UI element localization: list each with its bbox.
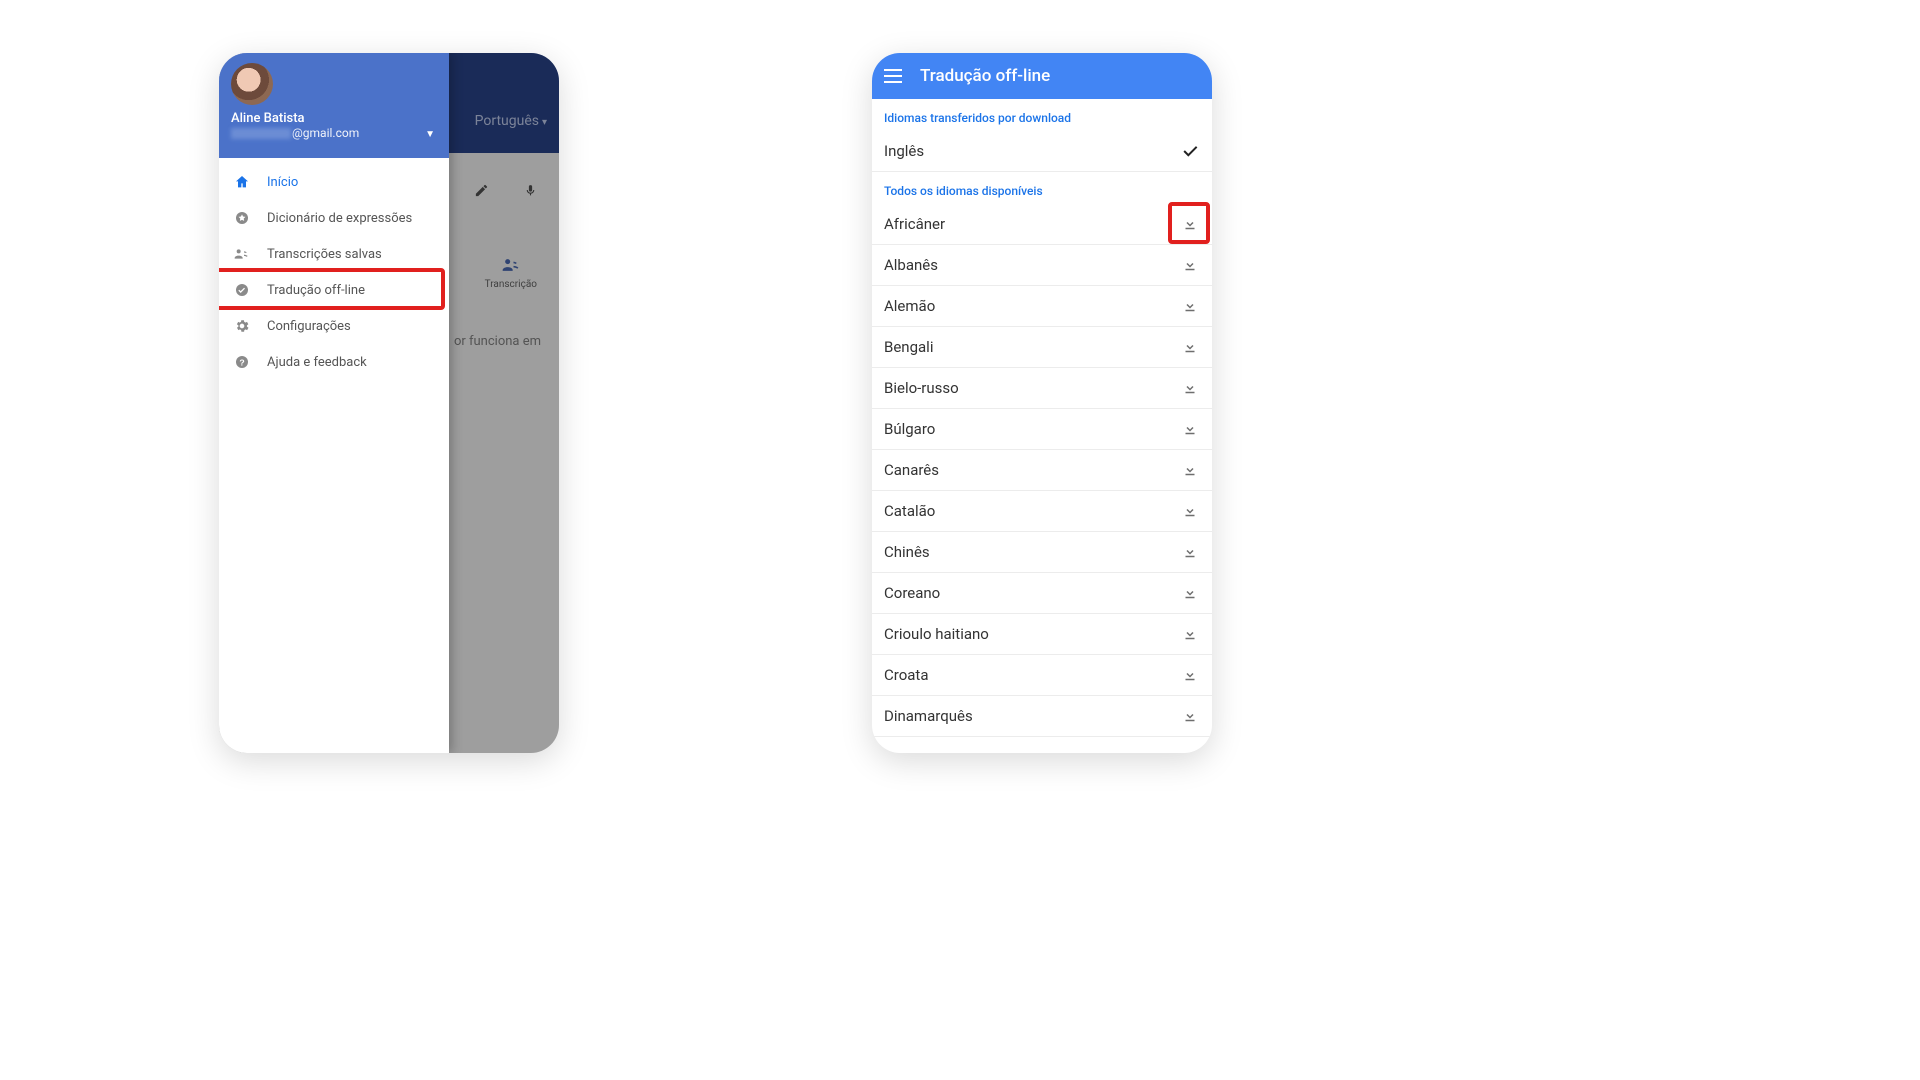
drawer-item-home[interactable]: Início [219, 164, 449, 200]
menu-icon[interactable] [884, 69, 902, 83]
language-label: Búlgaro [884, 420, 935, 438]
download-icon[interactable] [1180, 706, 1200, 726]
drawer-item-label: Tradução off-line [267, 283, 365, 298]
language-row[interactable]: Bengali [872, 327, 1212, 368]
drawer-item-star[interactable]: Dicionário de expressões [219, 200, 449, 236]
language-label: Chinês [884, 543, 930, 561]
language-row[interactable]: Alemão [872, 286, 1212, 327]
language-row[interactable]: Búlgaro [872, 409, 1212, 450]
language-label: Catalão [884, 502, 935, 520]
download-icon[interactable] [1180, 419, 1200, 439]
phone-left: Português Transcrição or funciona em Ali… [219, 53, 559, 753]
language-label: Inglês [884, 142, 924, 160]
drawer-item-label: Dicionário de expressões [267, 211, 412, 226]
drawer-header: Aline Batista @gmail.com ▼ [219, 53, 449, 158]
language-label: Coreano [884, 584, 940, 602]
language-label: Bielo-russo [884, 379, 959, 397]
user-email: @gmail.com [231, 126, 437, 140]
user-name: Aline Batista [231, 111, 437, 126]
drawer-item-label: Início [267, 175, 298, 190]
avatar[interactable] [231, 63, 273, 105]
language-row[interactable]: Bielo-russo [872, 368, 1212, 409]
language-row[interactable]: Inglês [872, 131, 1212, 172]
download-icon[interactable] [1180, 255, 1200, 275]
language-row[interactable]: Albanês [872, 245, 1212, 286]
drawer-item-voice[interactable]: Transcrições salvas [219, 236, 449, 272]
drawer-item-offline[interactable]: Tradução off-line [219, 272, 449, 308]
language-label: Albanês [884, 256, 938, 274]
download-icon[interactable] [1180, 624, 1200, 644]
download-icon[interactable] [1180, 460, 1200, 480]
svg-text:?: ? [239, 357, 244, 367]
download-icon[interactable] [1180, 665, 1200, 685]
language-row[interactable]: Crioulo haitiano [872, 614, 1212, 655]
page-title: Tradução off-line [920, 66, 1050, 86]
language-label: Crioulo haitiano [884, 625, 989, 643]
account-dropdown-icon[interactable]: ▼ [425, 129, 435, 140]
app-header: Tradução off-line [872, 53, 1212, 99]
phone-right: Tradução off-line Idiomas transferidos p… [872, 53, 1212, 753]
drawer-item-gear[interactable]: Configurações [219, 308, 449, 344]
home-icon [233, 174, 251, 190]
downloaded-list: Inglês [872, 131, 1212, 172]
language-label: Alemão [884, 297, 935, 315]
available-list: Africâner Albanês Alemão Bengali Bielo-russo… [872, 204, 1212, 737]
language-row[interactable]: Chinês [872, 532, 1212, 573]
drawer-item-label: Ajuda e feedback [267, 355, 367, 370]
drawer-items: Início Dicionário de expressões Transcriçõ… [219, 158, 449, 386]
section-header-downloaded: Idiomas transferidos por download [872, 99, 1212, 131]
drawer-item-help[interactable]: ? Ajuda e feedback [219, 344, 449, 380]
download-icon[interactable] [1180, 337, 1200, 357]
star-icon [233, 210, 251, 226]
drawer-item-label: Configurações [267, 319, 351, 334]
language-row[interactable]: Dinamarquês [872, 696, 1212, 737]
download-icon[interactable] [1180, 501, 1200, 521]
gear-icon [233, 318, 251, 334]
download-icon[interactable] [1180, 378, 1200, 398]
language-label: Dinamarquês [884, 707, 973, 725]
language-label: Croata [884, 666, 928, 684]
email-redacted [231, 128, 291, 139]
download-icon[interactable] [1180, 583, 1200, 603]
download-icon[interactable] [1180, 542, 1200, 562]
language-row[interactable]: Croata [872, 655, 1212, 696]
help-icon: ? [233, 354, 251, 370]
voice-icon [233, 246, 251, 262]
language-row[interactable]: Canarês [872, 450, 1212, 491]
language-row[interactable]: Africâner [872, 204, 1212, 245]
download-icon[interactable] [1180, 296, 1200, 316]
language-row[interactable]: Coreano [872, 573, 1212, 614]
nav-drawer: Aline Batista @gmail.com ▼ Início Dicioná… [219, 53, 449, 753]
language-label: Canarês [884, 461, 939, 479]
section-header-available: Todos os idiomas disponíveis [872, 172, 1212, 204]
language-label: Bengali [884, 338, 933, 356]
drawer-item-label: Transcrições salvas [267, 247, 382, 262]
check-icon [1180, 141, 1200, 161]
offline-icon [233, 282, 251, 298]
language-label: Africâner [884, 215, 945, 233]
language-row[interactable]: Catalão [872, 491, 1212, 532]
download-icon[interactable] [1180, 214, 1200, 234]
